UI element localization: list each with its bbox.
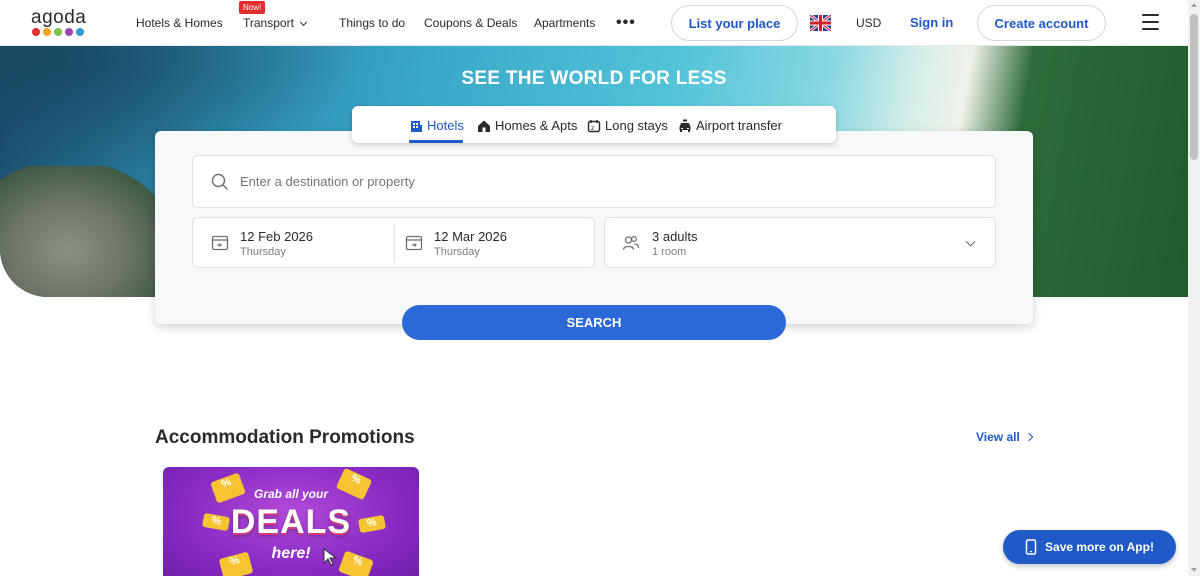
hamburger-line [1142, 14, 1159, 16]
cursor-icon [323, 548, 338, 566]
tab-homes-apts[interactable]: Homes & Apts [477, 118, 577, 133]
chevron-down-icon [965, 236, 976, 247]
chevron-down-icon [299, 18, 307, 27]
promo-line-2: DEALS [230, 503, 352, 541]
hamburger-menu-icon[interactable] [1142, 14, 1159, 30]
promo-line-1: Grab all your [253, 487, 329, 501]
chevron-right-icon [1024, 432, 1034, 442]
scrollbar-thumb[interactable] [1190, 14, 1198, 160]
promotions-title: Accommodation Promotions [155, 427, 415, 448]
nav-things-to-do[interactable]: Things to do [339, 16, 405, 30]
tab-long-stays[interactable]: z Long stays [587, 118, 668, 133]
calendar-icon: z [587, 119, 601, 132]
destination-field[interactable] [192, 155, 996, 208]
guests-rooms-selector[interactable]: 3 adults 1 room [604, 217, 996, 268]
top-navigation-bar: agoda Hotels & Homes Now! Transport Thin… [0, 0, 1188, 46]
app-button-label: Save more on App! [1045, 540, 1154, 554]
search-type-tabs: Hotels Homes & Apts z Long stays Airport… [352, 106, 836, 143]
adults-count: 3 adults [652, 229, 698, 244]
list-your-place-button[interactable]: List your place [671, 5, 798, 41]
more-menu-icon[interactable]: ••• [616, 14, 636, 32]
rooms-count: 1 room [652, 246, 687, 258]
logo-dot [76, 28, 84, 36]
check-out-day: Thursday [434, 246, 480, 258]
view-all-link[interactable]: View all [976, 430, 1034, 444]
check-in-date[interactable]: 12 Feb 2026 Thursday [193, 218, 394, 267]
hero-rock-island [0, 166, 170, 297]
search-button[interactable]: SEARCH [402, 305, 786, 340]
hotel-icon [411, 120, 422, 132]
hamburger-line [1142, 21, 1159, 23]
logo-dot [65, 28, 73, 36]
scroll-up-arrow-icon[interactable] [1191, 3, 1197, 7]
promotion-card[interactable]: % % % % % % Grab all your DEALS here! [163, 467, 419, 576]
save-more-on-app-button[interactable]: Save more on App! [1003, 530, 1176, 564]
guests-icon [622, 235, 640, 250]
home-icon [478, 120, 490, 132]
tab-hotels-label: Hotels [427, 118, 464, 133]
search-icon [211, 173, 228, 190]
nav-apartments[interactable]: Apartments [534, 16, 595, 30]
nav-hotels-homes[interactable]: Hotels & Homes [136, 16, 223, 30]
nav-coupons-deals[interactable]: Coupons & Deals [424, 16, 517, 30]
promo-line-3: here! [271, 545, 311, 562]
uk-flag-icon[interactable] [810, 15, 831, 31]
hero-title: SEE THE WORLD FOR LESS [461, 68, 727, 89]
sign-in-link[interactable]: Sign in [910, 15, 953, 30]
tab-airport-transfer[interactable]: Airport transfer [678, 118, 782, 133]
tab-homes-apts-label: Homes & Apts [495, 118, 578, 133]
tab-hotels[interactable]: Hotels [409, 118, 464, 133]
currency-selector[interactable]: USD [856, 16, 881, 30]
active-tab-indicator [409, 140, 463, 143]
check-out-date-value: 12 Mar 2026 [434, 229, 507, 244]
destination-input[interactable] [240, 174, 940, 189]
calendar-check-in-icon [211, 235, 229, 251]
check-out-date[interactable]: 12 Mar 2026 Thursday [395, 218, 595, 267]
phone-icon [1025, 539, 1037, 555]
page-scrollbar[interactable] [1188, 0, 1200, 576]
calendar-check-out-icon [405, 235, 423, 251]
nav-transport-label: Transport [243, 16, 294, 30]
logo-dot [54, 28, 62, 36]
car-icon [679, 119, 691, 132]
nav-transport[interactable]: Transport [243, 16, 307, 30]
view-all-label: View all [976, 430, 1020, 444]
scroll-down-arrow-icon[interactable] [1191, 568, 1197, 572]
check-in-day: Thursday [240, 246, 286, 258]
hamburger-line [1142, 28, 1159, 30]
logo-dots [32, 28, 84, 36]
check-in-date-value: 12 Feb 2026 [240, 229, 314, 244]
tab-airport-transfer-label: Airport transfer [696, 118, 782, 133]
agoda-logo[interactable]: agoda [31, 7, 91, 39]
date-range-field: 12 Feb 2026 Thursday 12 Mar 2026 Thursda… [192, 217, 595, 268]
logo-text: agoda [31, 7, 87, 28]
svg-text:z: z [591, 125, 594, 132]
tab-long-stays-label: Long stays [605, 118, 668, 133]
logo-dot [32, 28, 40, 36]
new-badge: Now! [239, 1, 266, 14]
create-account-button[interactable]: Create account [977, 5, 1106, 41]
logo-dot [43, 28, 51, 36]
